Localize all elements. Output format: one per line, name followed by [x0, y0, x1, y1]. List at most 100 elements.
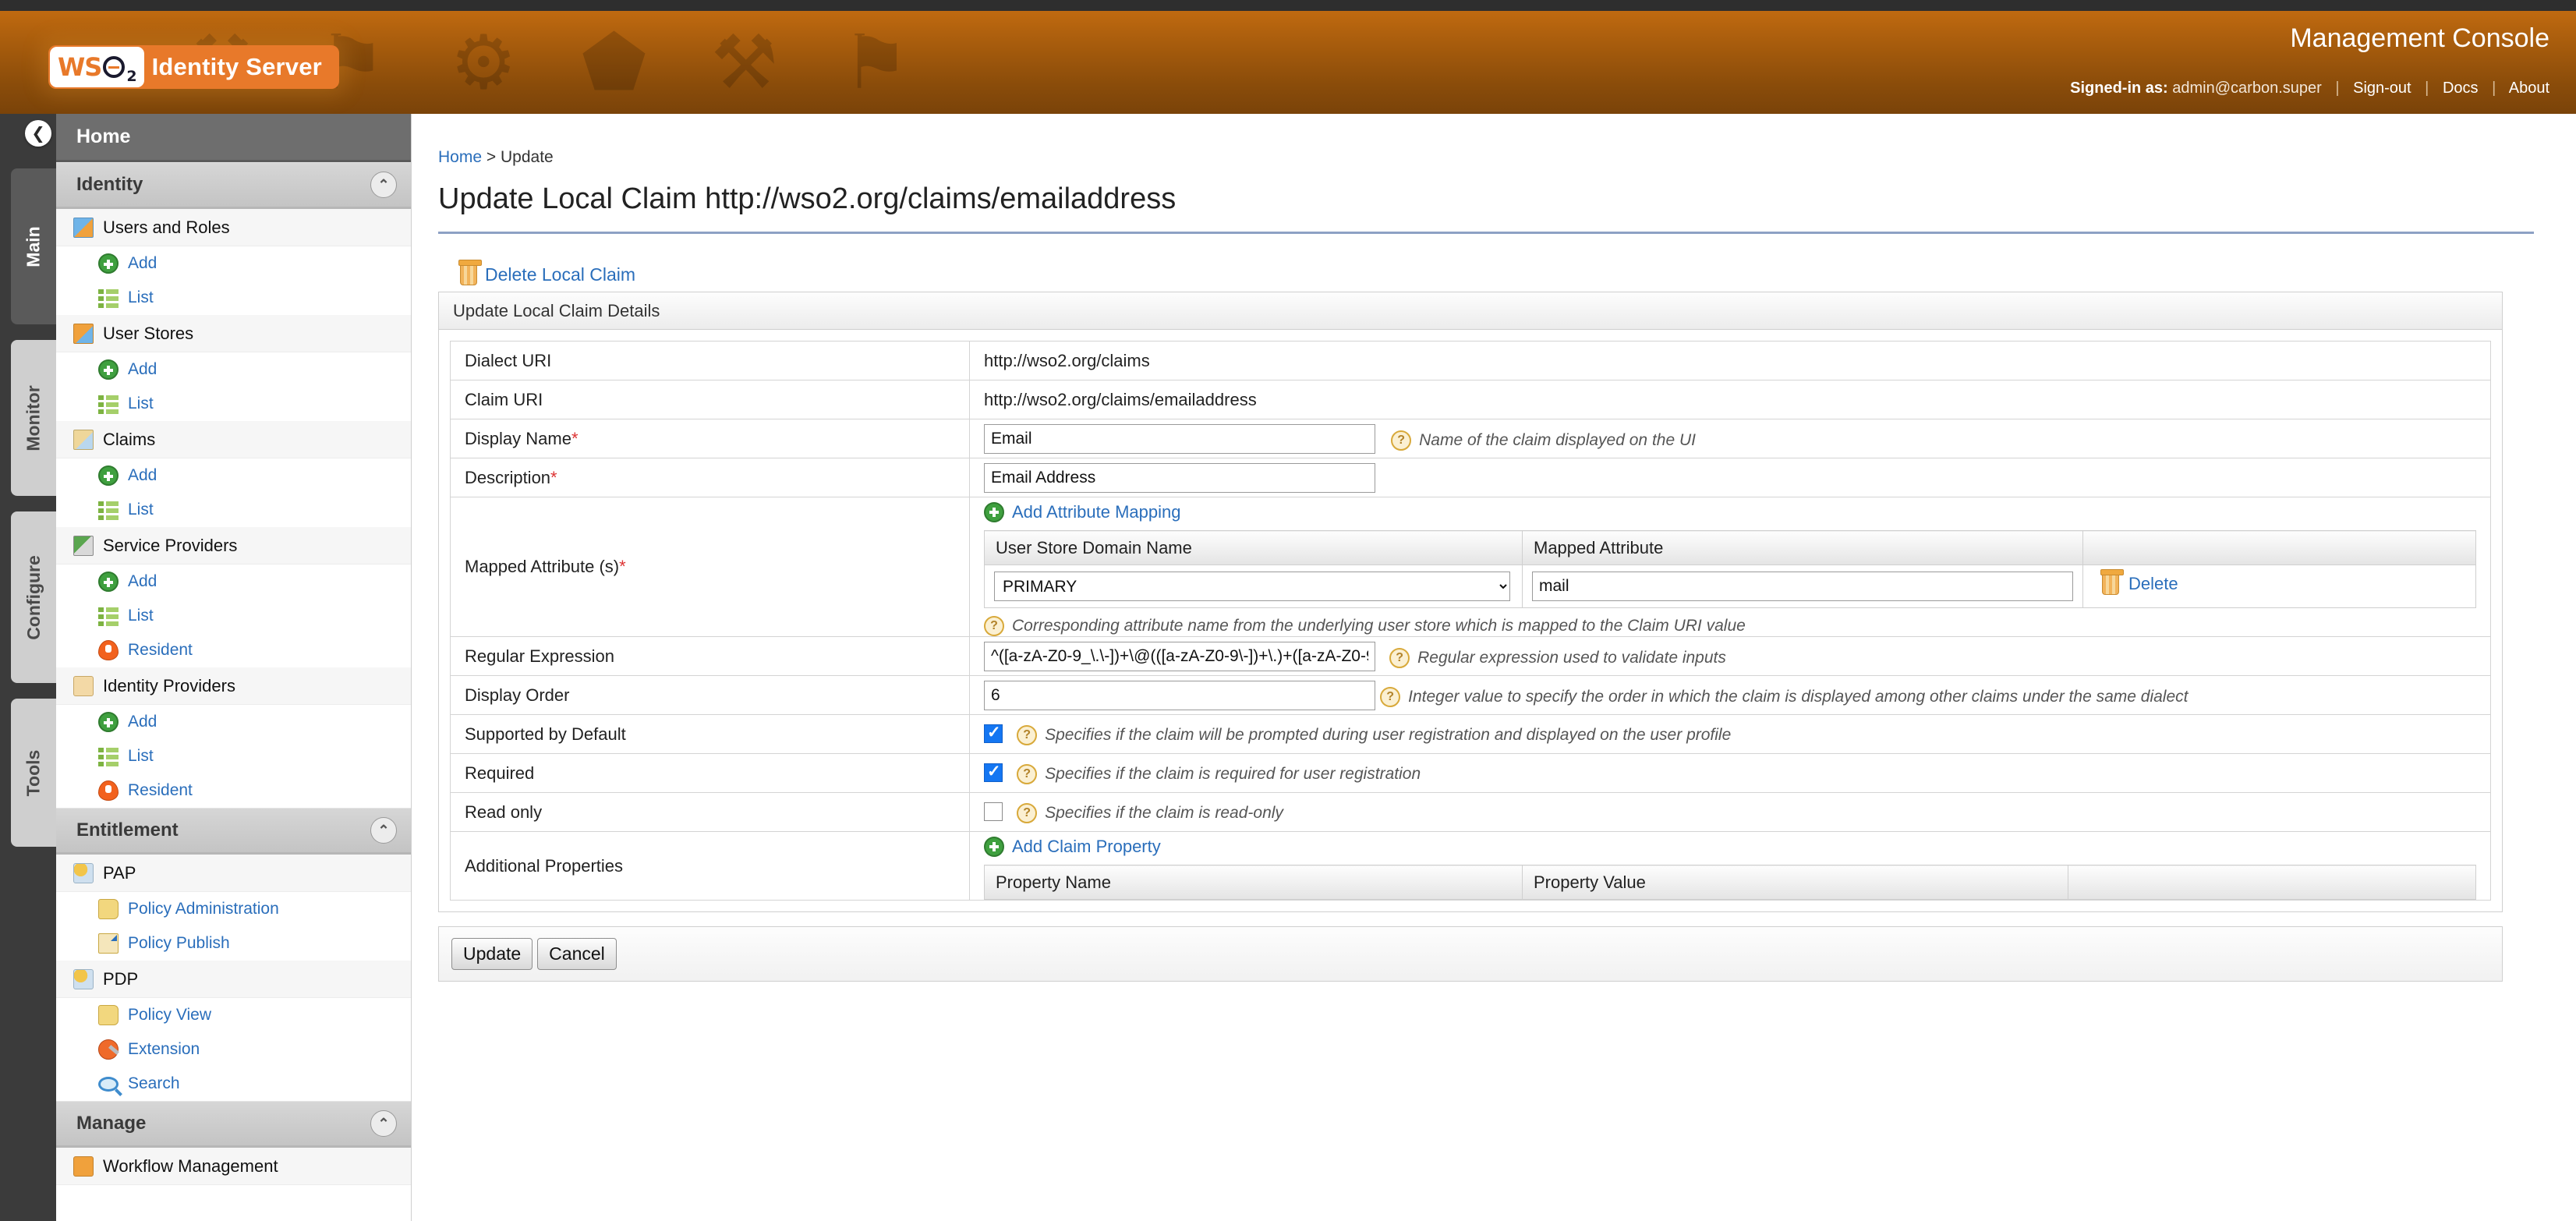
- sidebar-item-user-stores[interactable]: User Stores: [56, 315, 411, 352]
- delete-mapping-link[interactable]: Delete: [2128, 574, 2178, 594]
- sidebar-item-workflow-management[interactable]: Workflow Management: [56, 1148, 411, 1185]
- delete-local-claim-link[interactable]: Delete Local Claim: [485, 264, 635, 285]
- sidebar-item-home[interactable]: Home: [56, 114, 411, 162]
- workflow-icon: [73, 1156, 94, 1177]
- sidebar-item-list[interactable]: List: [56, 739, 411, 773]
- display-order-cell: ? Integer value to specify the order in …: [969, 675, 2491, 715]
- display-name-hint-text: Name of the claim displayed on the UI: [1419, 430, 1696, 449]
- collapse-sidebar-icon[interactable]: ❮: [25, 120, 51, 147]
- panel-header: Update Local Claim Details: [439, 292, 2502, 330]
- trash-icon: [458, 260, 482, 285]
- chevron-up-icon[interactable]: ⌃: [370, 1110, 397, 1137]
- cell-user-store-domain: PRIMARY: [984, 564, 1523, 608]
- display-name-input[interactable]: [984, 423, 1375, 454]
- wso2-logo-mark: WS 2: [50, 47, 144, 87]
- sidebar-item-list[interactable]: List: [56, 281, 411, 315]
- sidebar-item-service-providers[interactable]: Service Providers: [56, 527, 411, 564]
- update-button[interactable]: Update: [451, 938, 533, 970]
- help-icon[interactable]: ?: [1017, 725, 1038, 745]
- sidebar-item-list[interactable]: List: [56, 599, 411, 633]
- additional-properties-label: Additional Properties: [450, 831, 970, 901]
- breadcrumb-home-link[interactable]: Home: [438, 148, 482, 166]
- required-checkbox[interactable]: [984, 762, 1003, 783]
- wso2-logo-subscript: 2: [126, 68, 136, 85]
- sidebar-item-resident[interactable]: Resident: [56, 773, 411, 808]
- sidebar-item-identity-providers[interactable]: Identity Providers: [56, 667, 411, 705]
- mapped-attribute-input[interactable]: [1532, 572, 2073, 601]
- display-name-required-marker: *: [571, 428, 579, 448]
- sidebar-item-policy-publish[interactable]: Policy Publish: [56, 926, 411, 961]
- add-attribute-mapping-link[interactable]: Add Attribute Mapping: [1012, 502, 1180, 522]
- regex-input[interactable]: [984, 641, 1375, 671]
- display-order-input[interactable]: [984, 680, 1375, 710]
- main-content: Home > Update Update Local Claim http://…: [412, 114, 2576, 1221]
- help-icon[interactable]: ?: [1389, 647, 1410, 668]
- sign-out-link[interactable]: Sign-out: [2353, 80, 2411, 97]
- help-icon[interactable]: ?: [1017, 764, 1038, 784]
- sidebar-item-list[interactable]: List: [56, 493, 411, 527]
- description-cell: [969, 458, 2491, 497]
- chevron-up-icon[interactable]: ⌃: [370, 172, 397, 198]
- rail-tab-tools[interactable]: Tools: [11, 699, 56, 847]
- rail-tab-main-label: Main: [23, 225, 44, 267]
- supported-by-default-label: Supported by Default: [450, 714, 970, 754]
- required-cell: ? Specifies if the claim is required for…: [969, 753, 2491, 793]
- required-label: Required: [450, 753, 970, 793]
- mapped-attribute-hint-text: Corresponding attribute name from the un…: [1012, 617, 1746, 635]
- sidebar-group-entitlement[interactable]: Entitlement ⌃: [56, 808, 411, 855]
- about-link[interactable]: About: [2509, 80, 2549, 97]
- add-attribute-mapping-action[interactable]: Add Attribute Mapping: [984, 502, 1180, 522]
- sidebar-item-label: Add: [128, 254, 157, 272]
- sidebar-item-search[interactable]: Search: [56, 1067, 411, 1101]
- sidebar-item-pdp[interactable]: PDP: [56, 961, 411, 998]
- help-icon[interactable]: ?: [1391, 430, 1412, 451]
- sidebar-item-add[interactable]: Add: [56, 705, 411, 739]
- cancel-button[interactable]: Cancel: [537, 938, 617, 970]
- add-claim-property-action[interactable]: Add Claim Property: [984, 837, 1161, 857]
- sidebar-item-policy-administration[interactable]: Policy Administration: [56, 892, 411, 926]
- row-dialect-uri: Dialect URI http://wso2.org/claims: [450, 341, 2491, 380]
- management-console-title: Management Console: [2290, 23, 2549, 53]
- sidebar-item-extension[interactable]: Extension: [56, 1032, 411, 1067]
- add-claim-property-link[interactable]: Add Claim Property: [1012, 837, 1161, 857]
- description-input[interactable]: [984, 462, 1375, 493]
- sidebar-item-resident[interactable]: Resident: [56, 633, 411, 667]
- sidebar-item-add[interactable]: Add: [56, 564, 411, 599]
- sidebar-item-add[interactable]: Add: [56, 246, 411, 281]
- sidebar-group-manage[interactable]: Manage ⌃: [56, 1101, 411, 1148]
- sidebar-group-identity[interactable]: Identity ⌃: [56, 162, 411, 209]
- cell-mapped-attribute: [1522, 564, 2083, 608]
- sidebar-menu[interactable]: Home Identity ⌃ Users and Roles Add List User…: [56, 114, 412, 1221]
- supported-by-default-checkbox[interactable]: [984, 723, 1003, 744]
- read-only-checkbox[interactable]: [984, 802, 1003, 822]
- col-property-value: Property Value: [1522, 865, 2068, 900]
- dialect-uri-label: Dialect URI: [450, 341, 970, 380]
- pdp-icon: [73, 968, 94, 989]
- rail-tab-monitor[interactable]: Monitor: [11, 340, 56, 496]
- signed-in-user: admin@carbon.super: [2172, 80, 2322, 97]
- docs-link[interactable]: Docs: [2443, 80, 2479, 97]
- rail-tab-configure[interactable]: Configure: [11, 511, 56, 683]
- sidebar-item-policy-view[interactable]: Policy View: [56, 998, 411, 1032]
- display-order-hint-text: Integer value to specify the order in wh…: [1408, 687, 2189, 706]
- supported-by-default-hint: ? Specifies if the claim will be prompte…: [1017, 725, 1731, 745]
- wso2-logo[interactable]: WS 2 Identity Server: [48, 45, 339, 89]
- sidebar-item-add[interactable]: Add: [56, 352, 411, 387]
- help-icon[interactable]: ?: [1017, 803, 1038, 823]
- sidebar-item-claims[interactable]: Claims: [56, 421, 411, 458]
- delete-mapping-action[interactable]: Delete: [2093, 569, 2178, 595]
- sidebar-item-add[interactable]: Add: [56, 458, 411, 493]
- mapped-attributes-cell: Add Attribute Mapping User Store Domain …: [969, 497, 2491, 637]
- regex-label: Regular Expression: [450, 636, 970, 676]
- sidebar-item-users-and-roles[interactable]: Users and Roles: [56, 209, 411, 246]
- help-icon[interactable]: ?: [984, 616, 1004, 636]
- user-store-domain-select[interactable]: PRIMARY: [994, 572, 1510, 601]
- help-icon[interactable]: ?: [1380, 686, 1401, 707]
- sidebar-item-pap[interactable]: PAP: [56, 855, 411, 892]
- rail-tab-main[interactable]: Main: [11, 168, 56, 324]
- chevron-up-icon[interactable]: ⌃: [370, 817, 397, 844]
- supported-by-default-hint-text: Specifies if the claim will be prompted …: [1045, 726, 1732, 744]
- sidebar-item-list[interactable]: List: [56, 387, 411, 421]
- delete-local-claim-action[interactable]: Delete Local Claim: [458, 260, 2534, 285]
- breadcrumb-current: Update: [500, 148, 554, 166]
